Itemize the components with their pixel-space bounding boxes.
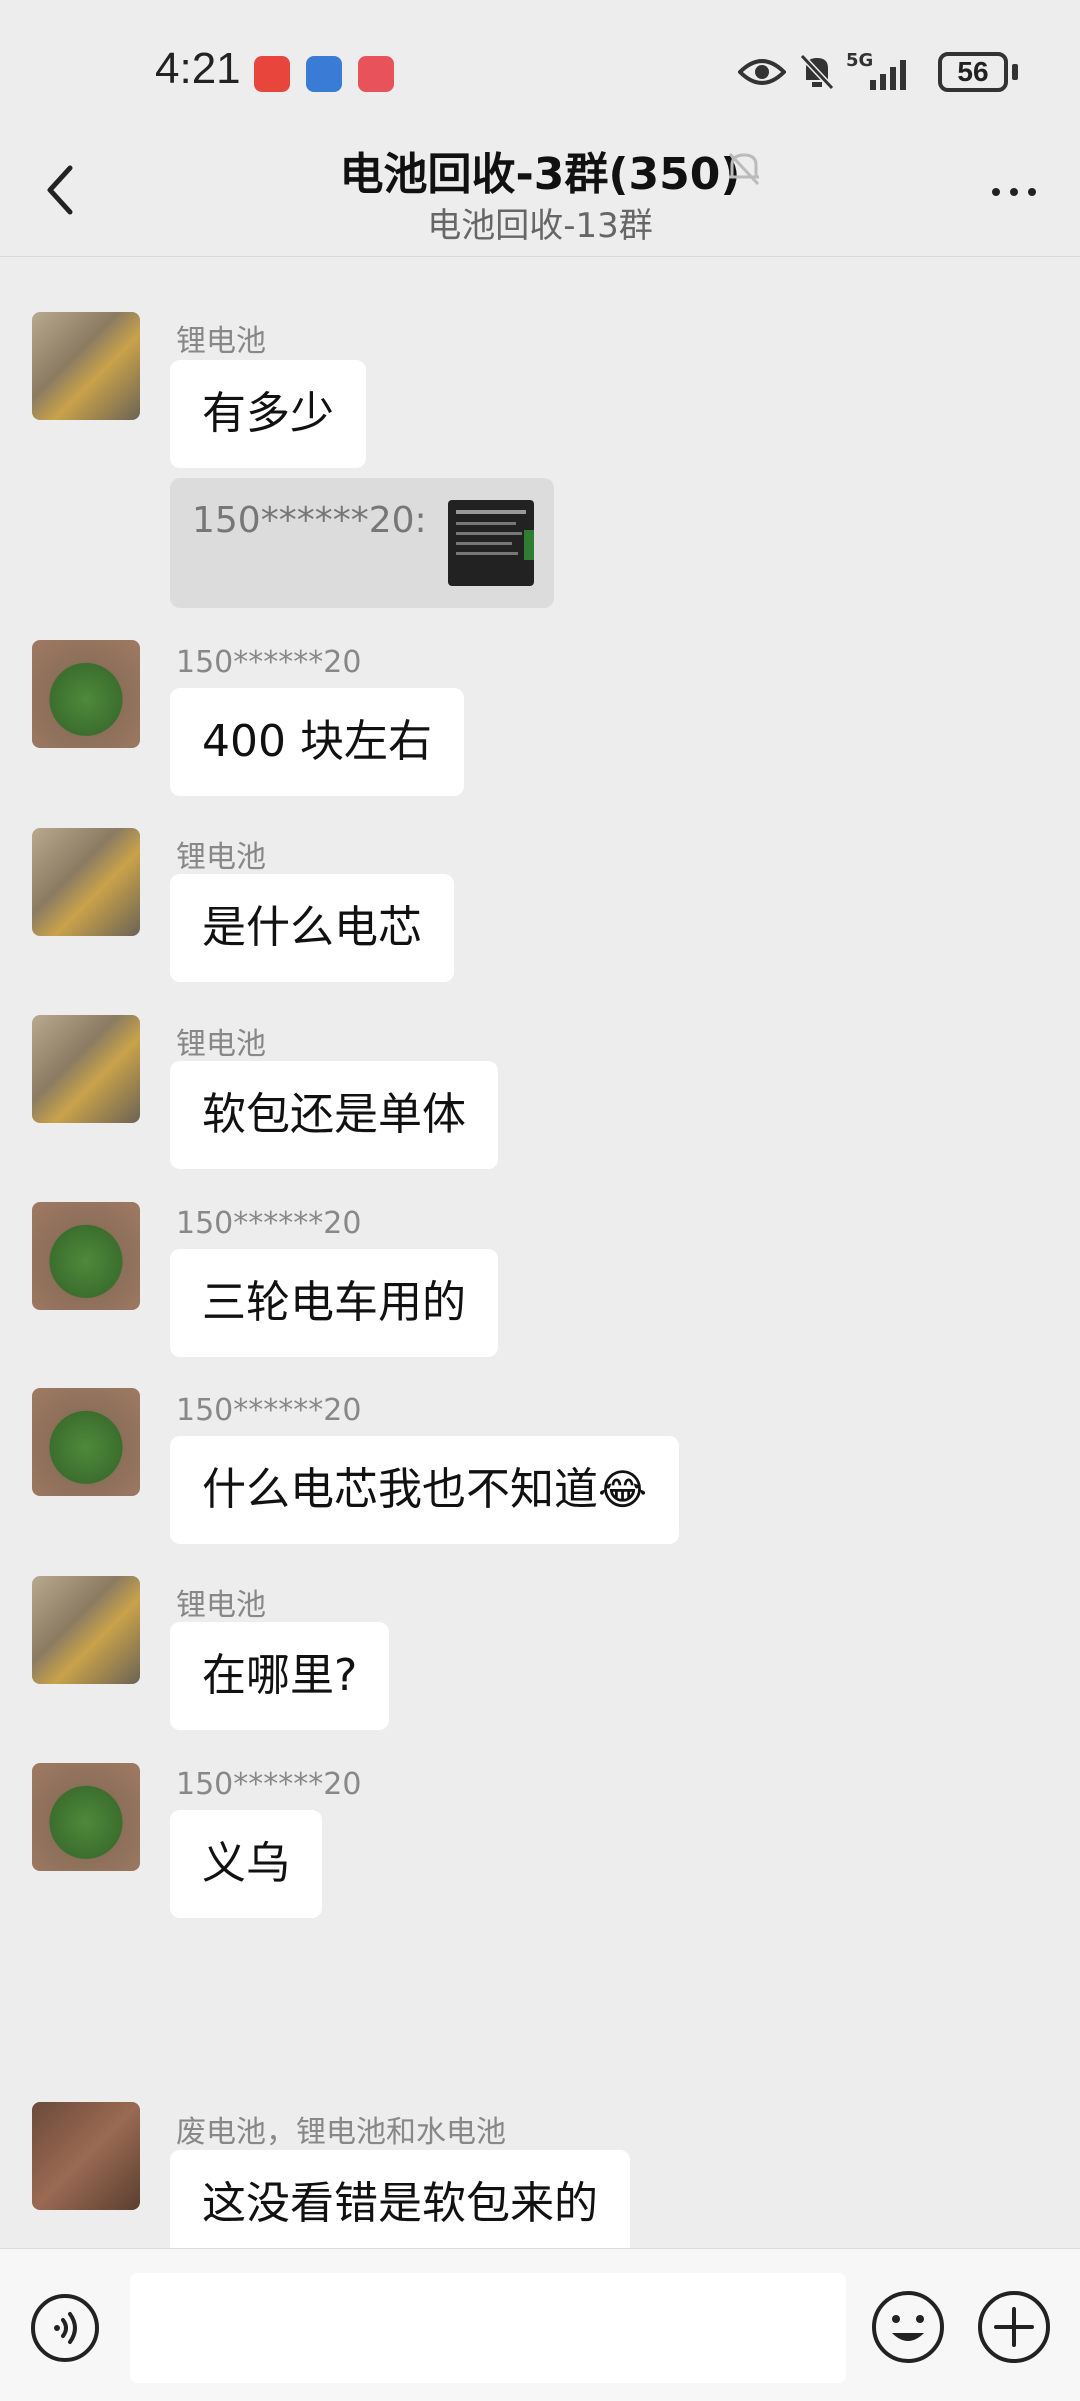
- chat-header: 电池回收-3群(350) 电池回收-13群: [0, 130, 1080, 257]
- avatar[interactable]: [32, 1576, 140, 1684]
- book-notification-icon: [358, 56, 394, 92]
- quote-sender: 150******20:: [192, 500, 427, 541]
- message-bubble[interactable]: 软包还是单体: [170, 1061, 498, 1169]
- signal-icon: [870, 60, 906, 90]
- message-bubble[interactable]: 是什么电芯: [170, 874, 454, 982]
- sender-name: 锂电池: [176, 840, 266, 875]
- message-bubble[interactable]: 什么电芯我也不知道😂: [170, 1436, 680, 1544]
- chat-title: 电池回收-3群(350): [339, 149, 741, 200]
- plus-icon[interactable]: [976, 2289, 1052, 2365]
- status-bar: 4:21 5G 56: [0, 0, 1080, 130]
- message-bubble[interactable]: 三轮电车用的: [170, 1249, 498, 1357]
- avatar[interactable]: [32, 2102, 140, 2210]
- status-time: 4:21: [155, 44, 241, 93]
- mute-notification-icon: [799, 53, 835, 91]
- message-bubble[interactable]: 义乌: [170, 1810, 322, 1918]
- more-options-icon[interactable]: [984, 162, 1044, 222]
- voice-input-icon[interactable]: [30, 2293, 100, 2363]
- message-bubble[interactable]: 400 块左右: [170, 688, 464, 796]
- sender-name: 150******20: [176, 645, 362, 680]
- avatar[interactable]: [32, 1763, 140, 1871]
- message-input[interactable]: [130, 2273, 846, 2383]
- avatar[interactable]: [32, 1015, 140, 1123]
- app-notification-icon-red: [254, 56, 290, 92]
- sender-name: 锂电池: [176, 1588, 266, 1623]
- battery-tip: [1012, 64, 1018, 80]
- message-bubble[interactable]: 在哪里?: [170, 1622, 390, 1730]
- sender-name: 废电池，锂电池和水电池: [176, 2115, 506, 2150]
- message-bubble[interactable]: 这没看错是软包来的: [170, 2150, 630, 2258]
- avatar[interactable]: [32, 1202, 140, 1310]
- message-bubble[interactable]: 有多少: [170, 360, 366, 468]
- sender-name: 锂电池: [176, 1027, 266, 1062]
- sender-name: 150******20: [176, 1206, 362, 1241]
- quoted-message[interactable]: 150******20:: [170, 478, 554, 608]
- avatar[interactable]: [32, 312, 140, 420]
- sender-name: 150******20: [176, 1767, 362, 1802]
- sender-name: 锂电池: [176, 324, 266, 359]
- chat-subtitle[interactable]: 电池回收-13群: [0, 198, 1080, 247]
- avatar[interactable]: [32, 1388, 140, 1496]
- avatar[interactable]: [32, 828, 140, 936]
- emoji-icon[interactable]: [870, 2289, 946, 2365]
- crying-laughing-emoji: 😂: [598, 1465, 648, 1514]
- battery-indicator: 56: [938, 52, 1008, 92]
- avatar[interactable]: [32, 640, 140, 748]
- eye-icon: [738, 59, 786, 85]
- quote-image-thumbnail[interactable]: [448, 500, 534, 586]
- sender-name: 150******20: [176, 1393, 362, 1428]
- message-text: 什么电芯我也不知道: [202, 1464, 598, 1515]
- muted-bell-icon: [728, 152, 760, 186]
- game-notification-icon: [306, 56, 342, 92]
- input-bar: [0, 2248, 1080, 2401]
